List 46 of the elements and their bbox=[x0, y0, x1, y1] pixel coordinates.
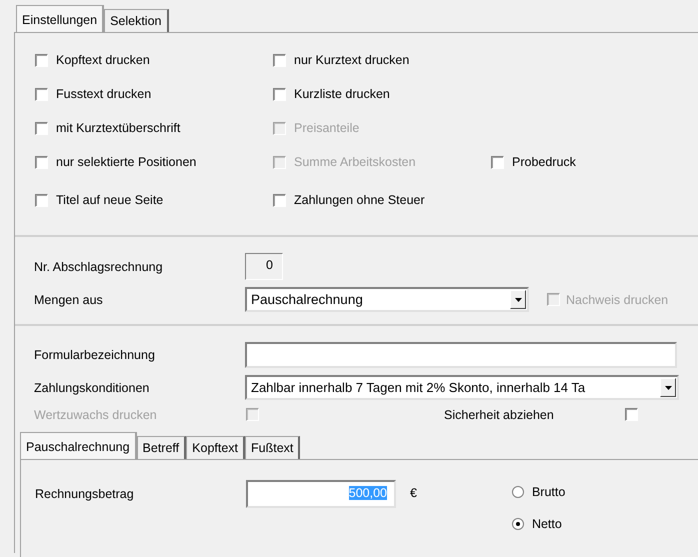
checkbox[interactable] bbox=[35, 156, 48, 168]
checkbox-label: nur selektierte Positionen bbox=[56, 155, 196, 169]
checkbox-label: Probedruck bbox=[512, 155, 576, 169]
field-label: Mengen aus bbox=[34, 292, 104, 306]
radio-button[interactable] bbox=[512, 518, 524, 530]
field-label: Formularbezeichnung bbox=[34, 348, 156, 362]
field-label: Nr. Abschlagsrechnung bbox=[34, 260, 164, 274]
tab[interactable]: Fußtext bbox=[245, 436, 300, 459]
checkbox[interactable] bbox=[491, 156, 504, 168]
currency-label: € bbox=[410, 485, 417, 500]
dropdown[interactable]: Pauschalrechnung bbox=[245, 287, 529, 312]
tab[interactable]: Einstellungen bbox=[16, 5, 104, 32]
checkbox-label: Sicherheit abziehen bbox=[444, 408, 554, 422]
checkbox[interactable] bbox=[624, 408, 638, 421]
tab[interactable]: Kopftext bbox=[186, 436, 246, 459]
checkbox-label: Fusstext drucken bbox=[56, 87, 152, 101]
tab[interactable]: Selektion bbox=[104, 9, 168, 32]
checkbox-label: Kopftext drucken bbox=[56, 53, 150, 67]
checkbox-label: Nachweis drucken bbox=[566, 292, 668, 306]
checkbox-label: nur Kurztext drucken bbox=[294, 53, 410, 67]
checkbox[interactable] bbox=[35, 54, 48, 66]
checkbox[interactable] bbox=[35, 88, 48, 100]
caret-icon bbox=[664, 386, 672, 390]
checkbox-label: Summe Arbeitskosten bbox=[294, 155, 416, 169]
checkbox[interactable] bbox=[35, 122, 48, 134]
number-field[interactable]: 0 bbox=[245, 253, 283, 280]
checkbox-label: mit Kurztextüberschrift bbox=[56, 121, 180, 135]
field-label: Rechnungsbetrag bbox=[35, 486, 135, 501]
radio-button[interactable] bbox=[512, 486, 524, 498]
radio-label: Brutto bbox=[532, 485, 566, 499]
checkbox-label: Titel auf neue Seite bbox=[56, 193, 164, 207]
tab[interactable]: Pauschalrechnung bbox=[20, 432, 137, 459]
checkbox-label: Zahlungen ohne Steuer bbox=[294, 193, 425, 207]
checkbox-label: Kurzliste drucken bbox=[294, 87, 390, 101]
checkbox[interactable] bbox=[273, 88, 286, 100]
checkbox-label: Preisanteile bbox=[294, 121, 360, 135]
dropdown[interactable]: Zahlbar innerhalb 7 Tagen mit 2% Skonto, innerhalb 14 Ta bbox=[245, 375, 679, 400]
radio-label: Netto bbox=[532, 517, 562, 531]
field-label: Zahlungskonditionen bbox=[34, 380, 150, 394]
tab[interactable]: Betreff bbox=[136, 436, 186, 459]
checkbox-label: Wertzuwachs drucken bbox=[34, 408, 158, 422]
checkbox[interactable] bbox=[273, 54, 286, 66]
checkbox[interactable] bbox=[273, 194, 286, 206]
caret-icon bbox=[514, 298, 522, 302]
text-field[interactable] bbox=[245, 342, 677, 368]
checkbox[interactable] bbox=[35, 194, 48, 206]
